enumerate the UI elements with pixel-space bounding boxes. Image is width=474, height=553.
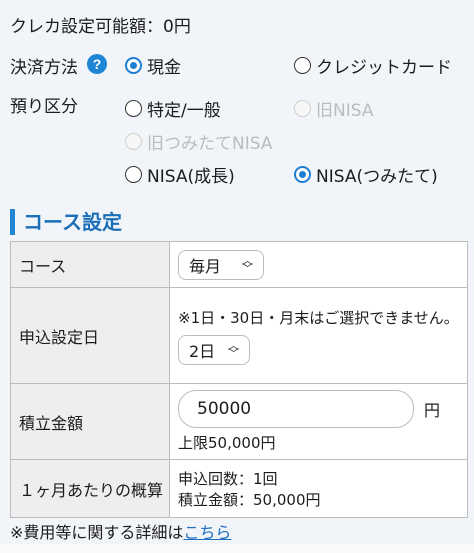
account-option-old-tsumitate-nisa: 旧つみたてNISA	[125, 129, 272, 154]
apply-date-select[interactable]: 2日 ︿ ﹀	[178, 334, 250, 365]
course-settings-heading: コース設定	[10, 209, 122, 235]
apply-date-value-cell: ※1日・30日・月末はご選択できません。 2日 ︿ ﹀	[169, 287, 468, 384]
details-link[interactable]: こちら	[183, 523, 231, 542]
monthly-estimate-label: １ヶ月あたりの概算	[10, 459, 170, 518]
account-option-nisa-tsumitate[interactable]: NISA(つみたて)	[294, 162, 438, 187]
course-row: コース 毎月 ︿ ﹀	[10, 241, 468, 288]
course-settings-table: コース 毎月 ︿ ﹀ 申込設定日 ※1日・30日・月末はご選択できません。 2日 …	[10, 241, 468, 518]
account-option-tokutei[interactable]: 特定/一般	[125, 96, 221, 121]
amount-input[interactable]	[178, 390, 414, 428]
radio-unchecked-icon	[125, 100, 142, 117]
account-option-tokutei-label: 特定/一般	[147, 101, 221, 121]
course-select-value: 毎月	[189, 256, 222, 276]
account-type-label: 預り区分	[10, 97, 78, 117]
radio-checked-icon	[125, 57, 142, 74]
bottom-edge	[0, 544, 474, 553]
amount-input-group: 円	[178, 390, 459, 428]
amount-unit: 円	[424, 401, 441, 420]
radio-disabled-icon	[294, 100, 311, 117]
apply-date-select-value: 2日	[189, 341, 216, 361]
account-option-old-nisa-label: 旧NISA	[316, 101, 374, 121]
footer-note: ※費用等に関する詳細はこちら	[10, 519, 231, 543]
radio-checked-icon	[294, 166, 311, 183]
account-option-nisa-growth[interactable]: NISA(成長)	[125, 162, 235, 187]
payment-option-cash-label: 現金	[147, 58, 181, 78]
course-select[interactable]: 毎月 ︿ ﹀	[178, 249, 264, 280]
account-option-nisa-tsumitate-label: NISA(つみたて)	[316, 167, 438, 187]
chevron-updown-icon: ︿ ﹀	[242, 253, 253, 275]
monthly-count: 申込回数：1回	[178, 469, 278, 488]
amount-limit: 上限50,000円	[178, 434, 276, 452]
chevron-updown-icon: ︿ ﹀	[228, 338, 239, 360]
account-option-old-nisa: 旧NISA	[294, 96, 373, 121]
radio-unchecked-icon	[125, 166, 142, 183]
account-option-nisa-growth-label: NISA(成長)	[147, 167, 235, 187]
apply-date-label: 申込設定日	[10, 287, 170, 384]
payment-option-credit-card[interactable]: クレジットカード	[294, 53, 452, 78]
amount-label: 積立金額	[10, 383, 170, 460]
account-option-old-tsumitate-nisa-label: 旧つみたてNISA	[147, 134, 273, 154]
course-label: コース	[10, 241, 170, 288]
monthly-total: 積立金額：50,000円	[178, 490, 321, 509]
footer-note-text: ※費用等に関する詳細は	[10, 523, 184, 542]
payment-option-credit-card-label: クレジットカード	[316, 58, 452, 78]
apply-date-row: 申込設定日 ※1日・30日・月末はご選択できません。 2日 ︿ ﹀	[10, 287, 468, 384]
monthly-estimate-row: １ヶ月あたりの概算 申込回数：1回 積立金額：50,000円	[10, 459, 468, 518]
amount-value-cell: 円 上限50,000円	[169, 383, 468, 460]
payment-method-label: 決済方法	[10, 58, 78, 78]
apply-date-note: ※1日・30日・月末はご選択できません。	[178, 308, 459, 327]
monthly-estimate-value-cell: 申込回数：1回 積立金額：50,000円	[169, 459, 468, 518]
course-value-cell: 毎月 ︿ ﹀	[169, 241, 468, 288]
amount-row: 積立金額 円 上限50,000円	[10, 383, 468, 460]
credit-limit-text: クレカ設定可能額：0円	[10, 17, 191, 37]
radio-disabled-icon	[125, 133, 142, 150]
radio-unchecked-icon	[294, 57, 311, 74]
payment-option-cash[interactable]: 現金	[125, 53, 181, 78]
help-icon[interactable]: ?	[87, 54, 107, 74]
